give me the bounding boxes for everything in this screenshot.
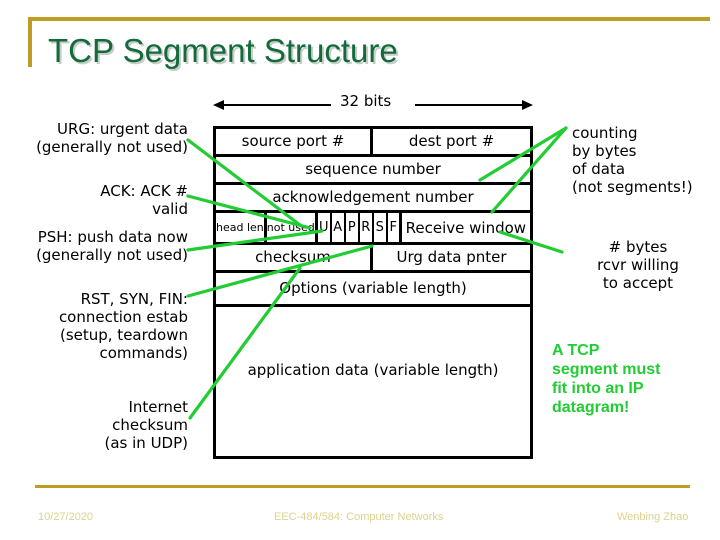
cell-flag-rst: R: [360, 213, 374, 242]
cell-flag-psh: P: [346, 213, 360, 242]
note-urg: URG: urgent data (generally not used): [36, 120, 188, 156]
note-rst-syn-fin: RST, SYN, FIN: connection estab (setup, …: [58, 290, 188, 362]
footer-course: EEC-484/584: Computer Networks: [274, 511, 444, 523]
footer-author: Wenbing Zhao: [617, 511, 689, 523]
cell-flag-ack: A: [332, 213, 346, 242]
cell-not-used: not used: [267, 213, 318, 242]
note-ack: ACK: ACK # valid: [100, 182, 188, 218]
title-top-rule: [28, 17, 710, 21]
cell-source-port: source port #: [216, 129, 373, 154]
cell-flag-syn: S: [374, 213, 388, 242]
table-row-flags: head len not used U A P R S F Receive wi…: [216, 213, 530, 245]
cell-options: Options (variable length): [279, 279, 467, 297]
page-title: TCP Segment Structure: [48, 32, 398, 69]
width-label: 32 bits: [340, 92, 392, 110]
cell-flag-urg: U: [318, 213, 332, 242]
slide-canvas: TCP Segment Structure 32 bits URG: urgen…: [0, 0, 720, 540]
cell-head-len: head len: [216, 213, 267, 242]
note-psh: PSH: push data now (generally not used): [36, 228, 188, 264]
table-row-sequence: sequence number: [216, 157, 530, 185]
cell-sequence-number: sequence number: [305, 160, 441, 178]
note-counting-bytes: counting by bytes of data (not segments!…: [572, 124, 693, 196]
title-accent-bar: [28, 17, 32, 67]
cell-urg-data-pointer: Urg data pnter: [396, 248, 507, 266]
table-row-checksum: checksum Urg data pnter: [216, 245, 530, 273]
table-row-acknowledgement: acknowledgement number: [216, 185, 530, 213]
footer-rule: [35, 485, 690, 488]
note-internet-checksum: Internet checksum (as in UDP): [104, 398, 189, 452]
cell-checksum: checksum: [216, 245, 373, 270]
table-row-ports: source port # dest port #: [216, 129, 530, 157]
tcp-header-table: source port # dest port # sequence numbe…: [213, 126, 533, 459]
table-row-application-data: application data (variable length): [216, 307, 530, 459]
cell-application-data: application data (variable length): [247, 361, 499, 379]
callout-ip-datagram: A TCP segment must fit into an IP datagr…: [552, 342, 661, 416]
table-row-options: Options (variable length): [216, 273, 530, 307]
cell-receive-window: Receive window: [405, 218, 527, 237]
cell-dest-port: dest port #: [408, 132, 495, 150]
cell-acknowledgement-number: acknowledgement number: [272, 188, 474, 206]
note-receive-window: # bytes rcvr willing to accept: [597, 238, 679, 292]
cell-flag-fin: F: [388, 213, 402, 242]
footer-date: 10/27/2020: [38, 511, 94, 523]
